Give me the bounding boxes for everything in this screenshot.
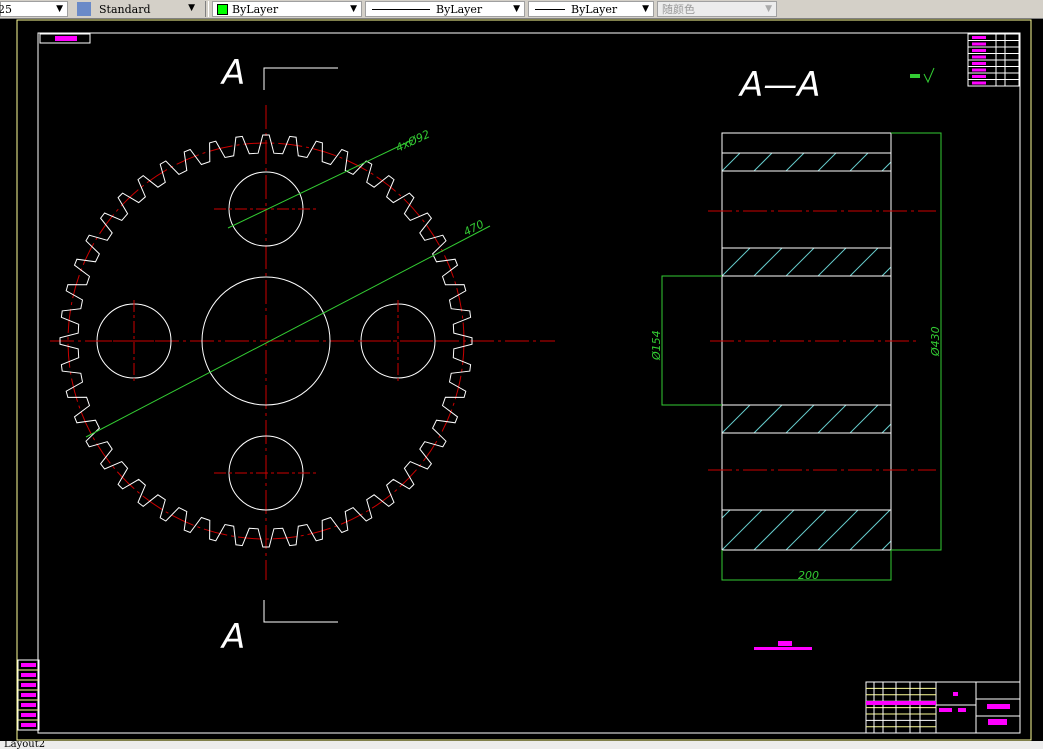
table-cell-text — [972, 81, 986, 85]
dropdown-arrow-icon[interactable]: ▼ — [642, 4, 649, 14]
layer-color-value: ByLayer — [232, 2, 279, 16]
dropdown-arrow-icon[interactable]: ▼ — [513, 4, 520, 14]
table-cell-text — [972, 42, 986, 46]
section-label-top: A — [220, 53, 245, 93]
strip-cell-text — [21, 713, 36, 717]
drawing-code-text — [55, 36, 77, 41]
lineweight-preview-icon — [535, 8, 565, 10]
strip-cell-text — [21, 663, 36, 667]
text-style-icon — [77, 2, 91, 16]
layout-tab-bar: Layout2 — [0, 741, 1043, 749]
width-dimension-text: 200 — [798, 569, 819, 582]
outer-dimension-text: Ø430 — [929, 326, 942, 357]
dropdown-arrow-icon[interactable]: ▼ — [56, 4, 63, 14]
lineweight-value: ByLayer — [571, 2, 618, 16]
color-swatch-icon — [217, 3, 228, 15]
tb-title-text — [987, 704, 1010, 709]
dropdown-arrow-icon[interactable]: ▼ — [188, 3, 195, 13]
dropdown-arrow-icon[interactable]: ▼ — [765, 4, 772, 14]
canvas-background — [0, 19, 1043, 741]
lineweight-combo[interactable]: ByLayer ▼ — [528, 1, 654, 17]
plot-style-combo[interactable]: 随颜色 ▼ — [657, 1, 777, 17]
strip-cell-text — [21, 703, 36, 707]
layer-color-combo[interactable]: ByLayer ▼ — [212, 1, 362, 17]
layout-tab[interactable]: Layout2 — [4, 741, 45, 749]
scale-combo[interactable]: 25 ▼ — [0, 1, 68, 17]
tb-drawing-no-text — [988, 719, 1007, 725]
table-cell-text — [972, 49, 986, 52]
linetype-combo[interactable]: ByLayer ▼ — [365, 1, 525, 17]
revision-strip — [17, 659, 40, 731]
tech-requirements-title — [778, 641, 792, 646]
section-label-bottom: A — [220, 617, 245, 657]
properties-toolbar: 25 ▼ Standard ▼ ByLayer ▼ ByLayer ▼ ByLa… — [0, 0, 1043, 19]
linetype-value: ByLayer — [436, 2, 483, 16]
table-cell-text — [972, 62, 986, 65]
text-style-value: Standard — [99, 2, 151, 16]
separator — [205, 1, 209, 17]
tb-header-text — [866, 701, 936, 705]
scale-value: 25 — [0, 2, 12, 16]
strip-cell-text — [21, 693, 36, 697]
tb-material-text — [953, 692, 958, 696]
tb-scale-text — [939, 708, 952, 712]
text-style-combo[interactable]: Standard ▼ — [71, 1, 199, 17]
plot-style-value: 随颜色 — [662, 3, 695, 16]
strip-cell-text — [21, 683, 36, 687]
table-cell-text — [972, 75, 986, 78]
table-cell-text — [972, 68, 986, 72]
tech-requirements-text — [754, 647, 812, 650]
section-view-title: A—A — [738, 65, 821, 105]
roughness-note — [910, 74, 920, 78]
dropdown-arrow-icon[interactable]: ▼ — [350, 4, 357, 14]
strip-cell-text — [21, 673, 36, 677]
strip-cell-text — [21, 723, 36, 727]
linetype-preview-icon — [372, 8, 430, 10]
drawing-canvas[interactable]: 4xØ92 470 A A A—A Ø154 Ø430 200 — [0, 19, 1043, 741]
table-cell-text — [972, 55, 986, 59]
table-cell-text — [972, 36, 986, 39]
bore-dimension-text: Ø154 — [650, 330, 663, 361]
tb-scale-text — [958, 708, 966, 712]
